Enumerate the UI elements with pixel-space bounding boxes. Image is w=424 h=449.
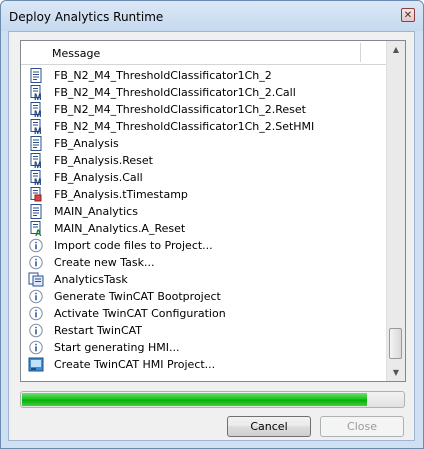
list-item[interactable]: Import code files to Project...: [21, 237, 387, 254]
list-item-text: Generate TwinCAT Bootproject: [54, 290, 221, 303]
list-item[interactable]: AnalyticsTask: [21, 271, 387, 288]
info-icon: [28, 340, 44, 355]
list-item[interactable]: FB_Analysis: [21, 135, 387, 152]
document-icon: [28, 68, 44, 83]
list-item[interactable]: MAIN_Analytics: [21, 203, 387, 220]
method-icon: M: [28, 153, 44, 170]
scroll-thumb[interactable]: [389, 328, 402, 359]
list-item[interactable]: FB_N2_M4_ThresholdClassificator1Ch_2: [21, 67, 387, 84]
dialog-body: Message FB_N2_M4_ThresholdClassificator1…: [8, 31, 415, 441]
close-icon: ✕: [403, 9, 413, 21]
list-item[interactable]: A MAIN_Analytics.A_Reset: [21, 220, 387, 238]
info-icon: [28, 255, 44, 270]
column-divider[interactable]: [360, 43, 361, 62]
message-rows: FB_N2_M4_ThresholdClassificator1Ch_2 M FB_…: [21, 67, 387, 373]
list-item[interactable]: Generate TwinCAT Bootproject: [21, 288, 387, 305]
document-icon: [28, 136, 44, 151]
list-item-text: FB_N2_M4_ThresholdClassificator1Ch_2: [54, 69, 272, 82]
list-item-text: MAIN_Analytics.A_Reset: [54, 222, 186, 235]
progress-fill: [22, 393, 367, 406]
list-item-text: MAIN_Analytics: [54, 205, 138, 218]
method-icon: M: [28, 85, 44, 102]
svg-text:M: M: [34, 160, 42, 168]
list-item-text: AnalyticsTask: [54, 273, 128, 286]
list-item-text: Create TwinCAT HMI Project...: [54, 358, 216, 371]
list-item-text: Create new Task...: [54, 256, 155, 269]
svg-text:M: M: [34, 177, 42, 185]
list-item[interactable]: M FB_N2_M4_ThresholdClassificator1Ch_2.Re…: [21, 101, 387, 119]
list-item[interactable]: M FB_Analysis.Call: [21, 169, 387, 187]
list-item-text: FB_Analysis.tTimestamp: [54, 188, 188, 201]
list-item[interactable]: FB_Analysis.tTimestamp: [21, 186, 387, 203]
task-icon: [28, 272, 44, 287]
svg-text:A: A: [35, 228, 42, 236]
list-item[interactable]: Start generating HMI...: [21, 339, 387, 356]
close-button[interactable]: Close: [320, 416, 404, 437]
list-item[interactable]: M FB_Analysis.Reset: [21, 152, 387, 170]
info-icon: [28, 306, 44, 321]
title-bar: Deploy Analytics Runtime ✕: [1, 1, 423, 31]
info-icon: [28, 238, 44, 253]
info-icon: [28, 289, 44, 304]
action-icon: A: [28, 221, 44, 238]
list-header: Message: [21, 41, 387, 65]
list-item[interactable]: M FB_N2_M4_ThresholdClassificator1Ch_2.Ca…: [21, 84, 387, 102]
info-icon: [28, 323, 44, 338]
property-icon: [28, 187, 44, 202]
list-item-text: FB_Analysis.Reset: [54, 154, 153, 167]
list-item[interactable]: M FB_N2_M4_ThresholdClassificator1Ch_2.Se…: [21, 118, 387, 136]
list-item[interactable]: Restart TwinCAT: [21, 322, 387, 339]
list-item[interactable]: Create TwinCAT HMI Project...: [21, 356, 387, 373]
message-list[interactable]: Message FB_N2_M4_ThresholdClassificator1…: [20, 40, 406, 382]
hmi-icon: [28, 357, 44, 372]
list-item-text: FB_N2_M4_ThresholdClassificator1Ch_2.Cal…: [54, 86, 296, 99]
list-item-text: FB_N2_M4_ThresholdClassificator1Ch_2.Set…: [54, 120, 315, 133]
scroll-down-arrow-icon[interactable]: ▼: [387, 364, 405, 381]
method-icon: M: [28, 102, 44, 119]
window-close-button[interactable]: ✕: [401, 8, 415, 22]
document-icon: [28, 204, 44, 219]
column-header-message[interactable]: Message: [52, 47, 100, 60]
list-item-text: Start generating HMI...: [54, 341, 180, 354]
list-item-text: FB_N2_M4_ThresholdClassificator1Ch_2.Res…: [54, 103, 306, 116]
list-item[interactable]: Activate TwinCAT Configuration: [21, 305, 387, 322]
dialog-window: Deploy Analytics Runtime ✕ Message FB_N2…: [0, 0, 424, 449]
window-title: Deploy Analytics Runtime: [9, 10, 164, 24]
svg-text:M: M: [34, 92, 42, 100]
list-item[interactable]: Create new Task...: [21, 254, 387, 271]
scroll-up-arrow-icon[interactable]: ▲: [387, 41, 405, 58]
svg-text:M: M: [34, 126, 42, 134]
list-item-text: FB_Analysis.Call: [54, 171, 143, 184]
method-icon: M: [28, 170, 44, 187]
list-item-text: FB_Analysis: [54, 137, 119, 150]
list-item-text: Import code files to Project...: [54, 239, 213, 252]
list-item-text: Restart TwinCAT: [54, 324, 143, 337]
list-item-text: Activate TwinCAT Configuration: [54, 307, 226, 320]
svg-text:M: M: [34, 109, 42, 117]
vertical-scrollbar[interactable]: ▲ ▼: [386, 41, 405, 381]
method-icon: M: [28, 119, 44, 136]
cancel-button[interactable]: Cancel: [227, 416, 311, 437]
progress-bar: [20, 391, 405, 408]
